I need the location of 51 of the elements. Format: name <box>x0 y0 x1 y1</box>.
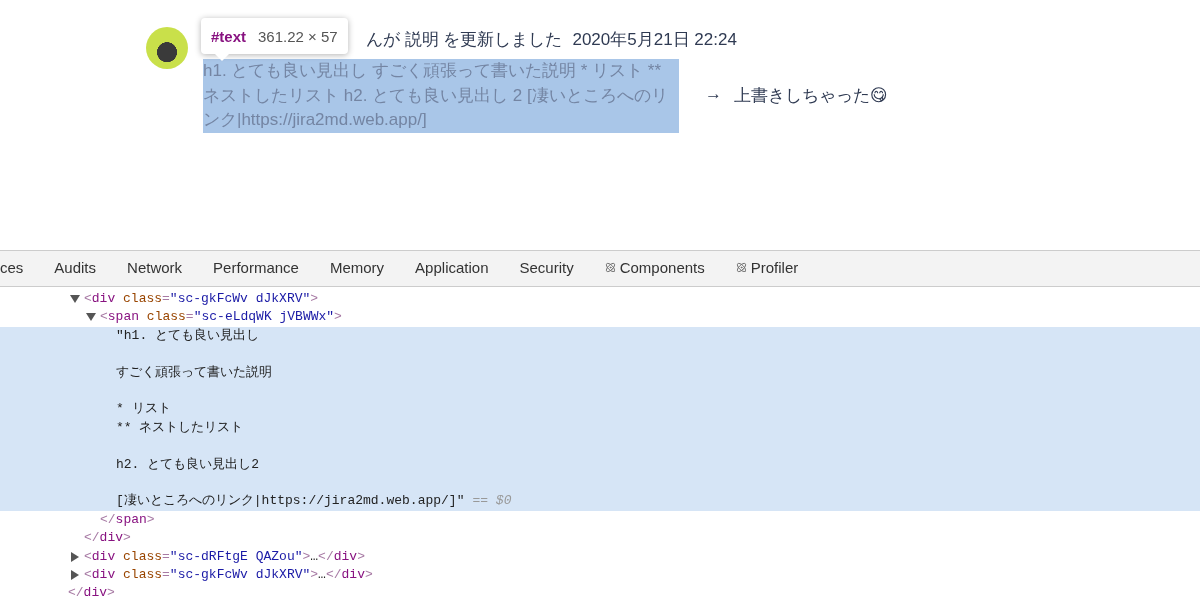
atom-icon <box>604 262 616 273</box>
text-node-line: すごく頑張って書いた説明 <box>116 363 272 382</box>
html-tag: <div class="sc-gkFcWv dJkXRV"> <box>84 290 319 309</box>
html-closing-tag: </div> <box>84 529 131 548</box>
devtools-tab[interactable]: Network <box>111 251 198 286</box>
tab-label: Components <box>619 259 705 276</box>
activity-text: んが 説明 を更新しました <box>366 28 563 51</box>
expand-triangle-icon[interactable] <box>70 294 80 304</box>
html-closing-tag: </div> <box>68 584 115 603</box>
atom-icon <box>735 262 747 273</box>
devtools-tab[interactable]: Components <box>589 251 721 286</box>
text-node-line: ** ネストしたリスト <box>116 418 244 437</box>
tab-label: Network <box>127 259 183 276</box>
expand-triangle-icon[interactable] <box>70 570 80 581</box>
text-node-line: h2. とても良い見出し2 <box>116 455 259 474</box>
avatar <box>146 27 188 69</box>
tab-label: Application <box>415 259 489 276</box>
tab-label: Profiler <box>750 259 799 276</box>
expand-triangle-icon[interactable] <box>86 312 96 323</box>
dom-node-row[interactable]: <div class="sc-dRFtgE QAZou">…</div> <box>0 547 1200 567</box>
description-text: h1. とても良い見出し すごく頑張って書いた説明 * リスト ** ネストしたリスト h2. とても良い見出し 2 [凄いところへのリンク|https://jira2md.web.app/] <box>203 59 679 133</box>
node-name: #text <box>211 27 247 45</box>
devtools-tab[interactable]: Audits <box>38 251 112 286</box>
node-size: 361.22 × 57 <box>258 27 338 45</box>
text-node-line: "h1. とても良い見出し <box>116 326 259 345</box>
tab-label: Performance <box>213 259 299 276</box>
arrow: → <box>705 84 722 106</box>
dom-node-row[interactable]: <div class="sc-gkFcWv dJkXRV"> <box>0 290 1200 309</box>
expand-triangle-icon[interactable] <box>70 551 80 562</box>
tab-label: Memory <box>329 259 385 276</box>
devtools-tab[interactable]: Memory <box>314 251 400 286</box>
tab-label: ces <box>0 259 24 276</box>
dom-node-row[interactable]: <div class="sc-gkFcWv dJkXRV">…</div> <box>0 566 1200 585</box>
devtools-tab[interactable]: ces <box>0 251 39 286</box>
text-node-row[interactable]: "h1. とても良い見出し すごく頑張って書いた説明 * リスト ** ネストしたリスト h2. とても良い見出し2 [凄いところへのリンク|https://jira2md.web.app/]" == $0 <box>0 326 1200 511</box>
change-note: 上書きしちゃった😋 <box>734 85 888 108</box>
devtools-tab[interactable]: Application <box>399 251 504 286</box>
console-reference: == $0 <box>472 492 512 511</box>
html-tag: <div class="sc-gkFcWv dJkXRV">…</div> <box>84 566 373 585</box>
activity-time: 2020年5月21日 22:24 <box>572 28 737 51</box>
devtools-tab[interactable]: Security <box>504 251 590 286</box>
tab-label: Audits <box>54 259 97 276</box>
html-tag: <span class="sc-eLdqWK jVBWWx"> <box>100 308 342 327</box>
dom-node-row[interactable]: <span class="sc-eLdqWK jVBWWx"> <box>0 308 1200 327</box>
html-tag: <div class="sc-dRFtgE QAZou">…</div> <box>84 547 365 567</box>
devtools-tab[interactable]: Profiler <box>720 251 814 286</box>
devtools-tab[interactable]: Performance <box>197 251 315 286</box>
text-node-line: * リスト <box>116 400 171 419</box>
tab-label: Security <box>519 259 574 276</box>
text-node-line: [凄いところへのリンク|https://jira2md.web.app/]" <box>116 492 465 511</box>
html-closing-tag: </span> <box>100 510 155 530</box>
